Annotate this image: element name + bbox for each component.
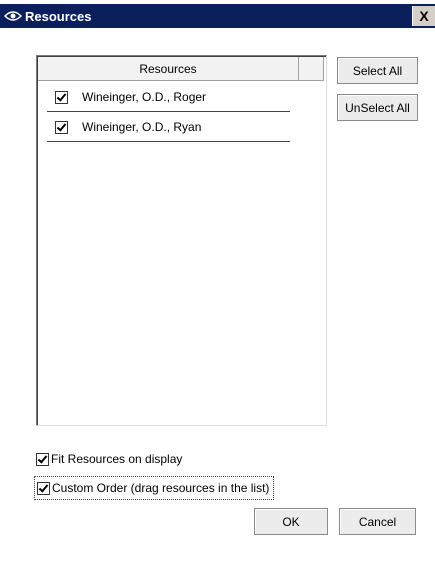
checkbox-checked-icon[interactable]: [36, 452, 49, 466]
app-eye-icon: [3, 8, 23, 24]
ok-button[interactable]: OK: [254, 508, 328, 535]
fit-resources-label: Fit Resources on display: [51, 452, 183, 466]
column-header-blank: [299, 57, 324, 81]
close-icon[interactable]: X: [412, 6, 435, 26]
checkbox-checked-icon[interactable]: [37, 481, 50, 495]
custom-order-label: Custom Order (drag resources in the list…: [52, 481, 270, 495]
fit-resources-option[interactable]: Fit Resources on display: [34, 452, 182, 466]
checkbox-checked-icon[interactable]: [55, 90, 68, 104]
title-bar: Resources X: [0, 4, 435, 28]
window-title: Resources: [25, 8, 92, 24]
checkbox-checked-icon[interactable]: [55, 120, 68, 134]
custom-order-option[interactable]: Custom Order (drag resources in the list…: [34, 476, 275, 500]
cancel-button[interactable]: Cancel: [339, 508, 416, 535]
list-item-label: Wineinger, O.D., Roger: [82, 90, 207, 104]
list-item-label: Wineinger, O.D., Ryan: [82, 120, 202, 134]
column-header-resources[interactable]: Resources: [38, 57, 299, 81]
select-all-button[interactable]: Select All: [337, 57, 418, 84]
list-item[interactable]: Wineinger, O.D., Ryan: [47, 113, 290, 142]
unselect-all-button[interactable]: UnSelect All: [337, 94, 418, 121]
resources-list[interactable]: Resources Wineinger, O.D., Roger Wineing…: [36, 55, 327, 426]
list-item[interactable]: Wineinger, O.D., Roger: [47, 83, 290, 112]
